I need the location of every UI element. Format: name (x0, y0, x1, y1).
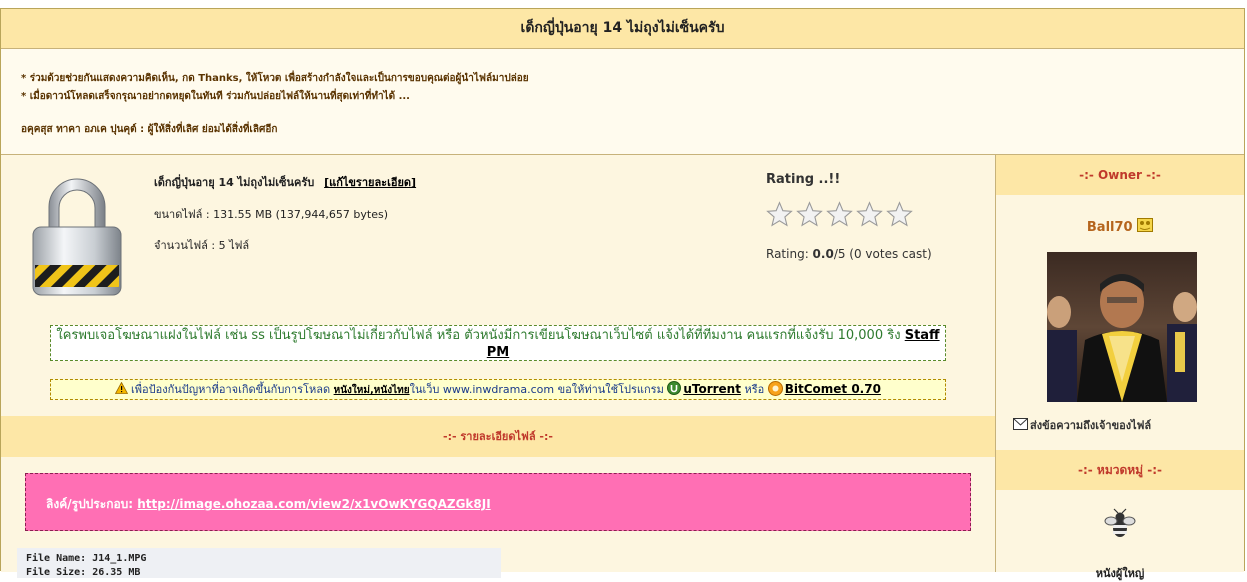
details-heading: -:- รายละเอียดไฟล์ -:- (1, 416, 995, 457)
owner-name[interactable]: Ball70 (1087, 220, 1133, 235)
rating-star-icon[interactable] (856, 201, 883, 228)
lock-icon (32, 178, 122, 296)
warning-icon (114, 381, 129, 394)
rating-star-icon[interactable] (796, 201, 823, 228)
sidebar: -:- Owner -:- Ball70 ส่งข้อความถึงเจ้าขอ… (996, 155, 1244, 580)
notice-line: * เมื่อดาวน์โหลดเสร็จกรุณาอย่ากดหยุดในทั… (21, 91, 410, 102)
notice-panel: * ร่วมด้วยช่วยกันแสดงความคิดเห็น, กด Tha… (1, 49, 1244, 155)
utorrent-link[interactable]: uTorrent (683, 382, 741, 396)
file-count: จำนวนไฟล์ : 5 ไฟล์ (154, 239, 250, 252)
file-main-panel: เด็กญี่ปุ่นอายุ 14 ไม่ถุงไม่เซ็นครับ [แก… (1, 155, 996, 578)
edit-details-link[interactable]: [แก้ไขรายละเอียด] (324, 176, 416, 189)
warning-text: เพื่อป้องกันปัญหาที่อาจเกิดขึ้นกับการโหล… (131, 383, 334, 396)
category-heading: -:- หมวดหมู่ -:- (996, 450, 1244, 490)
bee-icon (1104, 508, 1136, 537)
download-warning: เพื่อป้องกันปัญหาที่อาจเกิดขึ้นกับการโหล… (50, 379, 946, 400)
ad-report-notice: ใครพบเจอโฆษณาแฝงในไฟล์ เช่น ss เป็นรูปโฆ… (50, 325, 946, 361)
category-name[interactable]: หนังผู้ใหญ่ (996, 564, 1244, 582)
image-link-label: ลิงค์/รูปประกอบ: (46, 497, 138, 511)
image-link-row: ลิงค์/รูปประกอบ: http://image.ohozaa.com… (46, 495, 491, 514)
notice-motto: อคุคสุส ทาคา อภเค ปุนคุต์ : ผู้ให้สิ่งที… (21, 124, 278, 135)
rating-summary: Rating: 0.0/5 (0 votes cast) (766, 247, 932, 261)
owner-name-row[interactable]: Ball70 (996, 218, 1244, 235)
warning-text-2: ในเว็บ www.inwdrama.com ขอให้ท่านใช้โปรแ… (409, 383, 668, 396)
owner-avatar (1047, 252, 1197, 402)
rating-star-icon[interactable] (886, 201, 913, 228)
notice-line: * ร่วมด้วยช่วยกันแสดงความคิดเห็น, กด Tha… (21, 73, 529, 84)
image-link[interactable]: http://image.ohozaa.com/view2/x1vOwKYGQA… (137, 497, 490, 511)
warning-or: หรือ (740, 383, 768, 396)
ad-report-text: ใครพบเจอโฆษณาแฝงในไฟล์ เช่น ss เป็นรูปโฆ… (56, 328, 905, 343)
page-title: เด็กญี่ปุ่นอายุ 14 ไม่ถุงไม่เซ็นครับ (1, 9, 1244, 49)
file-name: เด็กญี่ปุ่นอายุ 14 ไม่ถุงไม่เซ็นครับ (154, 176, 315, 189)
message-owner-link[interactable]: ส่งข้อความถึงเจ้าของไฟล์ (1013, 416, 1151, 434)
user-badge-icon (1137, 218, 1154, 232)
image-link-box: ลิงค์/รูปประกอบ: http://image.ohozaa.com… (25, 473, 971, 531)
bitcomet-icon (767, 381, 783, 396)
message-owner-text[interactable]: ส่งข้อความถึงเจ้าของไฟล์ (1030, 419, 1151, 432)
utorrent-icon (667, 381, 682, 395)
new-movies-link[interactable]: หนังใหม่,หนังไทย (334, 385, 410, 396)
file-title: เด็กญี่ปุ่นอายุ 14 ไม่ถุงไม่เซ็นครับ [แก… (154, 173, 416, 191)
rating-stars[interactable] (766, 201, 916, 229)
rating-title: Rating ..!! (766, 172, 841, 187)
rating-score: 0.0 (812, 247, 834, 261)
bitcomet-link[interactable]: BitComet 0.70 (785, 382, 881, 396)
file-info-name: File Name: J14_1.MPG (26, 553, 147, 564)
rating-star-icon[interactable] (826, 201, 853, 228)
envelope-icon (1013, 418, 1028, 430)
file-info-size: File Size: 26.35 MB (26, 567, 141, 578)
rating-star-icon[interactable] (766, 201, 793, 228)
rating-suffix: /5 (0 votes cast) (833, 247, 932, 261)
rating-prefix: Rating: (766, 247, 813, 261)
page-frame: เด็กญี่ปุ่นอายุ 14 ไม่ถุงไม่เซ็นครับ * ร… (0, 8, 1245, 580)
file-size: ขนาดไฟล์ : 131.55 MB (137,944,657 bytes) (154, 208, 389, 221)
owner-heading: -:- Owner -:- (996, 155, 1244, 195)
file-info-box: File Name: J14_1.MPG File Size: 26.35 MB (17, 548, 501, 578)
